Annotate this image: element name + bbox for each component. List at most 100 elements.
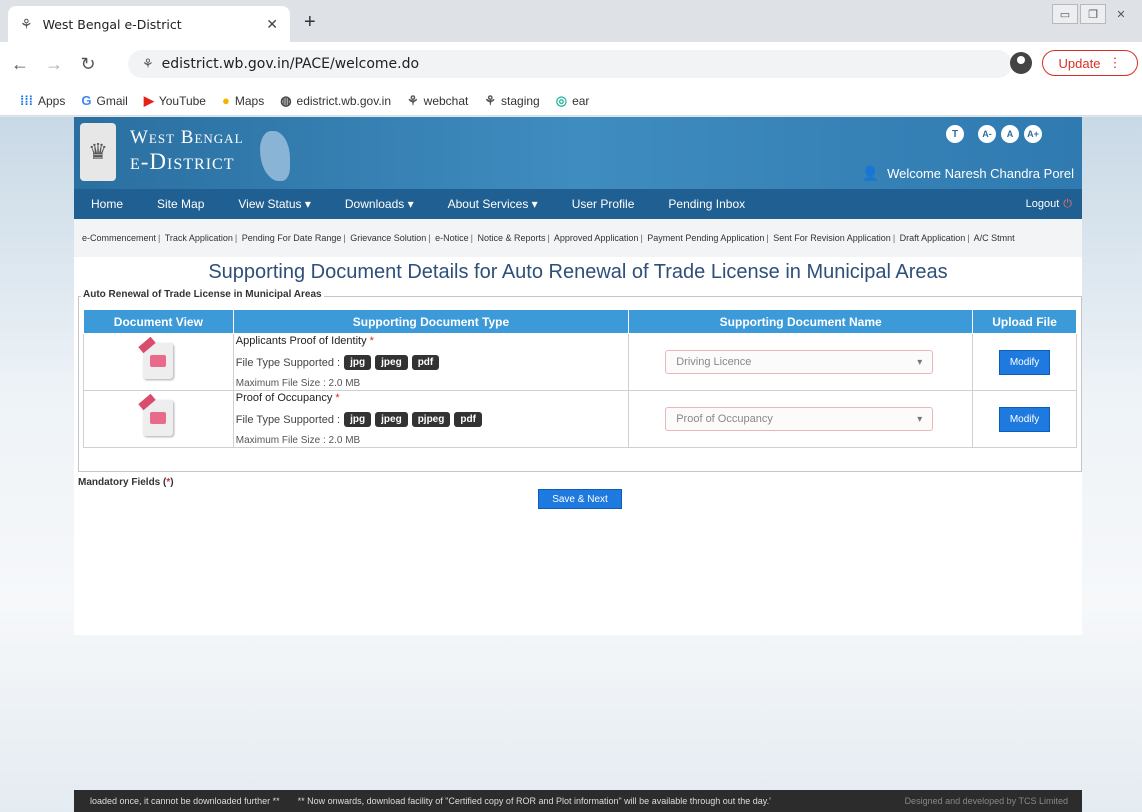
file-type-badge: jpg [344,355,372,370]
quick-links-bar: e-Commencement | Track Application | Pendi… [74,219,1082,257]
restore-icon[interactable]: ❐ [1080,4,1106,24]
table-header-row: Document View Supporting Document Type S… [83,309,1077,334]
nav-downloads[interactable]: Downloads ▾ [328,189,431,219]
ticker-text: ** Now onwards, download facility of "Ce… [297,796,771,806]
document-view-cell [83,390,234,448]
update-button[interactable]: Update ⋮ [1042,50,1138,76]
document-name-cell: Proof of Occupancy ▾ [628,390,974,448]
modify-button[interactable]: Modify [998,349,1051,375]
document-name-select[interactable]: Proof of Occupancy ▾ [665,407,934,431]
youtube-icon: ▶ [143,92,154,108]
brand-line2: e-District [130,149,235,174]
font-normal-button[interactable]: A [1001,125,1019,143]
chevron-down-icon: ▾ [917,413,923,425]
welcome-message: 👤 Welcome Naresh Chandra Porel [862,165,1074,182]
nav-site-map[interactable]: Site Map [140,189,221,219]
browser-tab[interactable]: ⚘ West Bengal e-District ✕ [8,6,290,42]
file-type-badge: jpg [344,412,372,427]
bookmark-youtube[interactable]: ▶ YouTube [144,93,206,109]
new-tab-icon[interactable]: + [304,12,316,32]
site-favicon-icon: ⚘ [484,92,497,108]
back-icon[interactable]: ← [6,54,34,75]
chevron-down-icon: ▾ [917,356,923,368]
file-type-badge: pjpeg [411,412,451,427]
url-text: edistrict.wb.gov.in/PACE/welcome.do [161,56,420,72]
quicklink-e-notice[interactable]: e-Notice [435,233,469,243]
globe-icon: ◍ [280,92,292,108]
quicklink-track-application[interactable]: Track Application [165,233,233,243]
documents-table: Document View Supporting Document Type S… [83,309,1077,448]
window-controls: ▭ ❐ ✕ [1052,4,1134,24]
font-size-controls: A- A A+ [978,125,1042,143]
nav-about-services[interactable]: About Services ▾ [431,189,555,219]
site-favicon-icon: ⚘ [142,56,154,71]
font-increase-button[interactable]: A+ [1024,125,1042,143]
document-name-cell: Driving Licence ▾ [628,333,974,391]
quicklink-e-commencement[interactable]: e-Commencement [82,233,156,243]
save-next-button[interactable]: Save & Next [538,489,622,509]
bookmark-staging[interactable]: ⚘ staging [484,93,539,109]
document-preview-icon[interactable] [138,393,174,436]
quicklink-ac-statement[interactable]: A/C Stmnt [974,233,1015,243]
quicklink-sent-for-revision[interactable]: Sent For Revision Application [773,233,891,243]
site-header: ♛ West Bengal e-District T A- A A+ 👤 Wel… [74,117,1082,189]
file-type-label: File Type Supported : [235,413,341,426]
nav-view-status[interactable]: View Status ▾ [221,189,328,219]
file-type-label: File Type Supported : [235,356,341,369]
bookmark-apps[interactable]: ⁞⁞⁞ Apps [20,93,65,108]
theme-button[interactable]: T [946,125,964,143]
column-header: Upload File [972,309,1077,334]
forward-icon[interactable]: → [40,54,68,75]
minimize-icon[interactable]: ▭ [1052,4,1078,24]
brand-line1: West Bengal [130,127,244,148]
modify-button[interactable]: Modify [998,406,1051,432]
page-title: Supporting Document Details for Auto Ren… [208,261,948,283]
bookmark-ear[interactable]: ◎ ear [556,93,590,109]
nav-pending-inbox[interactable]: Pending Inbox [651,189,762,219]
window-close-icon[interactable]: ✕ [1108,4,1134,24]
column-header: Document View [83,309,234,334]
bookmark-maps[interactable]: ● Maps [222,93,264,108]
address-bar[interactable]: ⚘ edistrict.wb.gov.in/PACE/welcome.do [128,50,1012,78]
main-nav: Home Site Map View Status ▾ Downloads ▾ … [74,189,1082,219]
power-icon: ⏻ [1063,197,1072,210]
max-file-size: Maximum File Size : 2.0 MB [235,435,361,446]
quicklink-draft-application[interactable]: Draft Application [900,233,966,243]
bookmark-webchat[interactable]: ⚘ webchat [407,93,468,109]
column-header: Supporting Document Type [232,309,630,334]
maps-pin-icon: ● [221,93,230,108]
file-types-row: File Type Supported : jpg jpeg pdf [236,355,626,370]
font-decrease-button[interactable]: A- [978,125,996,143]
quicklink-approved-application[interactable]: Approved Application [554,233,639,243]
document-type-cell: Proof of Occupancy * File Type Supported… [232,390,630,448]
reload-icon[interactable]: ↻ [74,54,102,75]
quicklink-notice-reports[interactable]: Notice & Reports [477,233,545,243]
main-content: Supporting Document Details for Auto Ren… [74,257,1082,635]
file-type-badge: jpeg [375,412,408,427]
bookmark-gmail[interactable]: G Gmail [81,93,127,108]
close-icon[interactable]: ✕ [266,16,278,33]
document-type-label: Proof of Occupancy * [235,392,340,404]
quicklink-payment-pending[interactable]: Payment Pending Application [647,233,764,243]
bengal-map-icon [260,131,290,181]
bookmark-edistrict[interactable]: ◍ edistrict.wb.gov.in [280,93,391,109]
apps-grid-icon: ⁞⁞⁞ [20,93,33,108]
file-type-badge: pdf [454,412,482,427]
documents-fieldset: Auto Renewal of Trade License in Municip… [78,289,1082,472]
quicklink-pending-date-range[interactable]: Pending For Date Range [242,233,342,243]
document-name-select[interactable]: Driving Licence ▾ [665,350,934,374]
file-types-row: File Type Supported : jpg jpeg pjpeg pdf [236,412,626,427]
fieldset-legend: Auto Renewal of Trade License in Municip… [81,289,324,300]
welcome-text: Welcome Naresh Chandra Porel [887,166,1074,181]
required-marker: * [369,335,374,347]
document-preview-icon[interactable] [138,336,174,379]
page-background: ♛ West Bengal e-District T A- A A+ 👤 Wel… [0,117,1142,812]
nav-home[interactable]: Home [74,189,140,219]
browser-tabstrip: ⚘ West Bengal e-District ✕ + ▭ ❐ ✕ [0,0,1142,42]
table-row: Applicants Proof of Identity * File Type… [83,333,1077,391]
nav-user-profile[interactable]: User Profile [555,189,652,219]
quicklink-grievance-solution[interactable]: Grievance Solution [350,233,426,243]
logout-link[interactable]: Logout ⏻ [1026,198,1082,211]
upload-cell: Modify [972,390,1077,448]
profile-icon[interactable] [1010,52,1032,74]
